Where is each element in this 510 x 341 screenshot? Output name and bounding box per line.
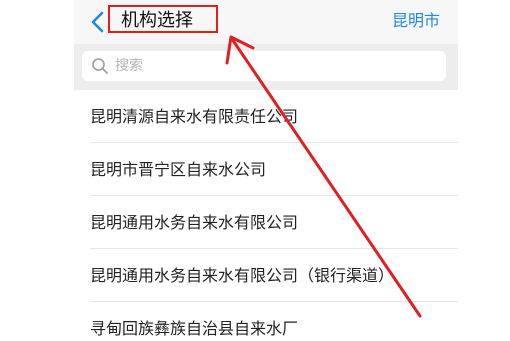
organization-name: 寻甸回族彝族自治县自来水厂 xyxy=(90,319,299,338)
search-bar: 搜索 xyxy=(74,44,458,90)
right-margin xyxy=(458,0,510,341)
list-item[interactable]: 昆明通用水务自来水有限公司 xyxy=(74,196,458,249)
list-item[interactable]: 昆明清源自来水有限责任公司 xyxy=(74,90,458,143)
organization-name: 昆明清源自来水有限责任公司 xyxy=(90,107,299,126)
list-item[interactable]: 寻甸回族彝族自治县自来水厂 xyxy=(74,302,458,341)
city-selector[interactable]: 昆明市 xyxy=(392,11,440,31)
organization-name: 昆明通用水务自来水有限公司 xyxy=(90,213,299,232)
organization-list: 昆明清源自来水有限责任公司 昆明市晋宁区自来水公司 昆明通用水务自来水有限公司 … xyxy=(74,90,458,341)
app-screen: 机构选择 昆明市 搜索 昆明清源自来水有限责任公司 昆明市晋宁区自来水公司 昆明… xyxy=(74,0,458,341)
search-input[interactable]: 搜索 xyxy=(82,51,446,81)
search-icon xyxy=(92,58,108,74)
list-item[interactable]: 昆明市晋宁区自来水公司 xyxy=(74,143,458,196)
search-placeholder: 搜索 xyxy=(115,58,143,74)
annotation-highlight-box xyxy=(108,5,218,33)
organization-name: 昆明通用水务自来水有限公司（银行渠道） xyxy=(90,266,395,285)
list-item[interactable]: 昆明通用水务自来水有限公司（银行渠道） xyxy=(74,249,458,302)
left-margin xyxy=(0,0,74,341)
organization-name: 昆明市晋宁区自来水公司 xyxy=(90,160,267,179)
